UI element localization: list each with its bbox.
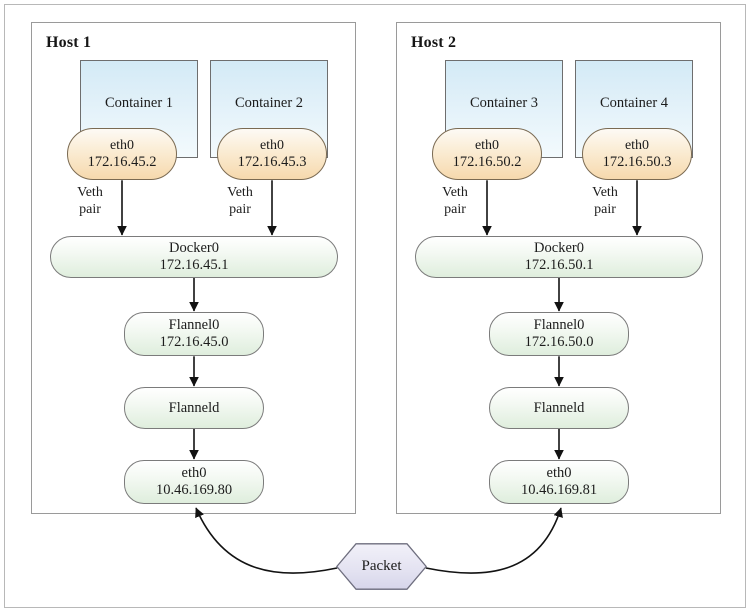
iface-ip: 172.16.50.2	[452, 153, 522, 170]
host-iface-name: eth0	[181, 465, 207, 482]
bridge-name: Docker0	[534, 240, 584, 257]
host-title: Host 1	[46, 34, 92, 51]
host-eth0-node-host2: eth0 10.46.169.81	[489, 460, 629, 504]
host-iface-ip: 10.46.169.80	[155, 482, 233, 498]
veth-line-1: Veth	[227, 185, 253, 200]
flanneld-name: Flanneld	[533, 399, 585, 416]
bridge-ip: 172.16.45.1	[159, 257, 229, 273]
veth-line-2: pair	[229, 201, 251, 217]
flanneld-node-host2: Flanneld	[489, 387, 629, 429]
iface-name: eth0	[624, 138, 650, 154]
host-title: Host 2	[411, 34, 457, 51]
flannel0-name: Flannel0	[533, 317, 585, 334]
bridge-ip: 172.16.50.1	[524, 257, 594, 273]
packet-label: Packet	[361, 558, 402, 574]
veth-pair-label-3: Veth pair	[429, 185, 481, 218]
veth-pair-label-2: Veth pair	[214, 185, 266, 218]
packet-node: Packet	[336, 543, 427, 590]
veth-line-2: pair	[594, 201, 616, 217]
veth-line-2: pair	[79, 201, 101, 217]
host-eth0-node-host1: eth0 10.46.169.80	[124, 460, 264, 504]
flannel0-name: Flannel0	[168, 317, 220, 334]
container-eth0-node-2: eth0 172.16.45.3	[217, 128, 327, 180]
flanneld-node-host1: Flanneld	[124, 387, 264, 429]
host-iface-ip: 10.46.169.81	[520, 482, 598, 498]
container-label: Container 3	[469, 95, 539, 111]
container-label: Container 2	[234, 95, 304, 111]
docker0-bridge-node-host1: Docker0 172.16.45.1	[50, 236, 338, 278]
veth-pair-label-1: Veth pair	[64, 185, 116, 218]
container-label: Container 1	[104, 95, 174, 111]
container-eth0-node-4: eth0 172.16.50.3	[582, 128, 692, 180]
veth-line-1: Veth	[592, 185, 618, 200]
iface-name: eth0	[474, 138, 500, 154]
flannel0-node-host2: Flannel0 172.16.50.0	[489, 312, 629, 356]
veth-line-2: pair	[444, 201, 466, 217]
iface-ip: 172.16.45.2	[87, 153, 157, 170]
container-eth0-node-3: eth0 172.16.50.2	[432, 128, 542, 180]
veth-line-1: Veth	[77, 185, 103, 200]
iface-ip: 172.16.50.3	[602, 153, 672, 170]
flanneld-name: Flanneld	[168, 399, 220, 416]
docker0-bridge-node-host2: Docker0 172.16.50.1	[415, 236, 703, 278]
host-iface-name: eth0	[546, 465, 572, 482]
container-label: Container 4	[599, 95, 669, 111]
iface-name: eth0	[109, 138, 135, 154]
flannel0-ip: 172.16.50.0	[524, 334, 594, 350]
bridge-name: Docker0	[169, 240, 219, 257]
veth-line-1: Veth	[442, 185, 468, 200]
iface-name: eth0	[259, 138, 285, 154]
diagram-canvas: Host 1 Container 1 eth0 172.16.45.2 Cont…	[0, 0, 750, 613]
flannel0-node-host1: Flannel0 172.16.45.0	[124, 312, 264, 356]
veth-pair-label-4: Veth pair	[579, 185, 631, 218]
iface-ip: 172.16.45.3	[237, 153, 307, 170]
container-eth0-node-1: eth0 172.16.45.2	[67, 128, 177, 180]
flannel0-ip: 172.16.45.0	[159, 334, 229, 350]
